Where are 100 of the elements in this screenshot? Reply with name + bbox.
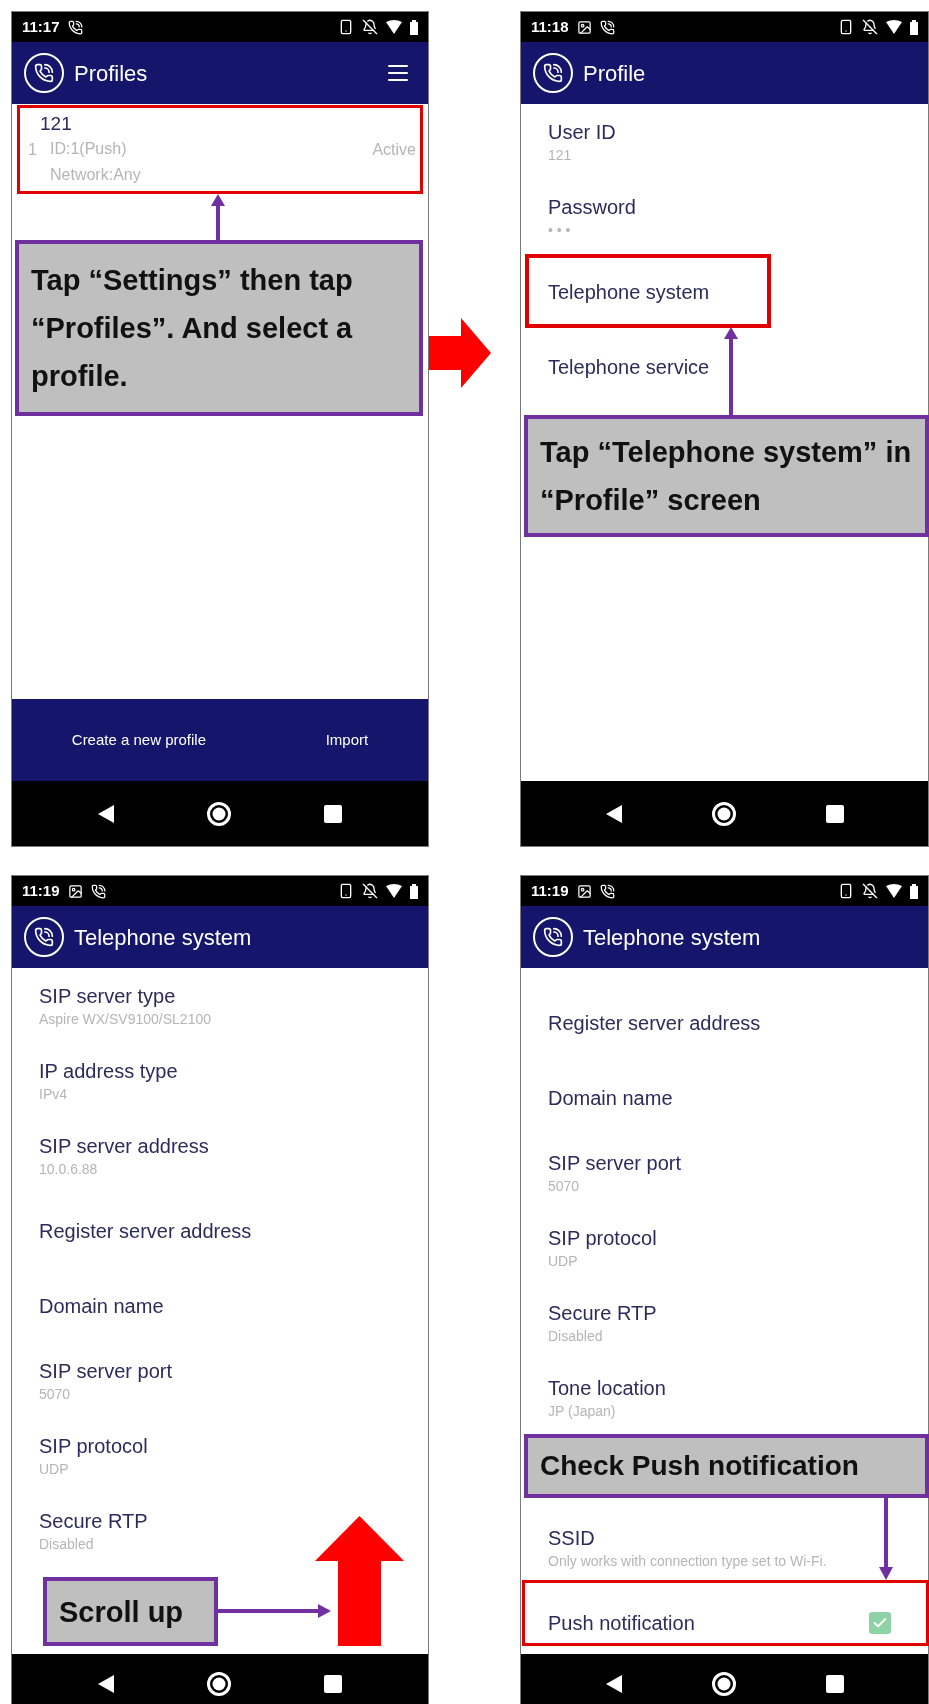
home-icon[interactable] — [710, 800, 737, 827]
settings-row[interactable]: Telephone system — [521, 254, 928, 329]
action-button[interactable]: Create a new profile — [63, 722, 215, 758]
setting-title: Domain name — [39, 1293, 165, 1319]
settings-row[interactable]: Register server address — [521, 985, 928, 1060]
status-time: 11:17 — [22, 16, 60, 37]
settings-row[interactable]: User ID 121 — [521, 104, 928, 179]
screen-title: Telephone system — [583, 923, 761, 952]
settings-row[interactable]: SIP server address 10.0.6.88 — [12, 1118, 428, 1193]
settings-row[interactable]: Domain name — [521, 1060, 928, 1135]
recents-icon[interactable] — [324, 804, 342, 823]
wifi-icon — [886, 884, 902, 898]
setting-value: 121 — [548, 145, 573, 165]
setting-title: IP address type — [39, 1058, 179, 1084]
back-icon[interactable] — [98, 804, 114, 823]
status-time: 11:19 — [531, 880, 569, 901]
settings-row[interactable]: Push notification — [521, 1585, 928, 1654]
vibrate-icon — [338, 883, 354, 899]
home-icon[interactable] — [206, 800, 232, 827]
profile-name: 121 — [40, 112, 73, 136]
settings-row[interactable]: IP address type IPv4 — [12, 1043, 428, 1118]
settings-row[interactable]: Domain name — [12, 1268, 428, 1343]
setting-title: Telephone system — [548, 279, 711, 305]
call-notification-icon — [599, 883, 615, 899]
settings-row[interactable]: Telephone service — [521, 329, 928, 404]
screen-title: Profiles — [74, 59, 148, 88]
settings-row[interactable]: SIP server type Aspire WX/SV9100/SL2100 — [12, 968, 428, 1043]
bell-off-icon — [362, 883, 378, 899]
settings-row[interactable]: Secure RTP Disabled — [521, 1285, 928, 1360]
screen-title: Telephone system — [74, 923, 252, 952]
instruction-callout: Check Push notification — [524, 1434, 929, 1498]
battery-icon — [410, 19, 418, 35]
phone-logo-icon — [24, 53, 64, 93]
setting-value: 10.0.6.88 — [39, 1159, 99, 1179]
setting-title: SIP server address — [39, 1133, 210, 1159]
setting-title: SIP server port — [39, 1358, 174, 1384]
home-icon[interactable] — [710, 1671, 737, 1697]
recents-icon[interactable] — [825, 804, 844, 823]
setting-value: • • • — [548, 220, 572, 240]
phone-logo-icon — [533, 917, 573, 957]
setting-value: UDP — [548, 1251, 579, 1271]
instruction-callout: Tap “Settings” then tap “Profiles”. And select a profile. — [15, 240, 423, 416]
setting-value: UDP — [39, 1459, 70, 1479]
right-arrow-drawing — [429, 318, 491, 388]
image-notification-icon — [576, 19, 592, 35]
wifi-icon — [886, 20, 902, 34]
instruction-callout: Tap “Telephone system” in “Profile” screen — [524, 415, 929, 537]
wifi-icon — [386, 884, 402, 898]
settings-row[interactable]: SIP protocol UDP — [12, 1418, 428, 1493]
settings-row[interactable]: Register server address — [12, 1193, 428, 1268]
instruction-callout: Scroll up — [43, 1577, 218, 1646]
phone-logo-icon — [24, 917, 64, 957]
back-icon[interactable] — [605, 1675, 622, 1693]
settings-row[interactable]: SIP protocol UDP — [521, 1210, 928, 1285]
settings-row[interactable]: Password • • • — [521, 179, 928, 254]
setting-title: Tone location — [548, 1375, 667, 1401]
profile-network: Network:Any — [50, 165, 142, 185]
pointer-arrow — [211, 194, 225, 242]
action-button[interactable]: Import — [317, 722, 377, 758]
settings-row[interactable]: Secure RTP Disabled — [12, 1493, 428, 1568]
setting-title: Register server address — [548, 1010, 762, 1036]
setting-title: SIP protocol — [548, 1225, 658, 1251]
setting-title: SIP server type — [39, 983, 177, 1009]
setting-title: Password — [548, 194, 637, 220]
profile-row[interactable]: 1 121 ID:1(Push) Network:Any Active — [22, 110, 418, 190]
setting-title: Push notification — [548, 1610, 696, 1636]
back-icon[interactable] — [605, 804, 622, 823]
call-notification-icon — [90, 883, 106, 899]
call-notification-icon — [599, 19, 615, 35]
home-icon[interactable] — [206, 1671, 232, 1697]
image-notification-icon — [576, 883, 592, 899]
setting-title: Register server address — [39, 1218, 253, 1244]
battery-icon — [410, 883, 418, 899]
profile-number: 1 — [28, 140, 38, 160]
setting-title: User ID — [548, 119, 617, 145]
setting-title: SSID — [548, 1525, 596, 1551]
bell-off-icon — [862, 883, 878, 899]
settings-row[interactable]: SIP server port 5070 — [12, 1343, 428, 1418]
bell-off-icon — [862, 19, 878, 35]
status-time: 11:18 — [531, 16, 569, 37]
checkbox[interactable] — [869, 1611, 891, 1634]
setting-value: 5070 — [39, 1384, 72, 1404]
setting-value: 5070 — [548, 1176, 581, 1196]
settings-row[interactable]: SSID Only works with connection type set to Wi-Fi. — [521, 1510, 928, 1585]
recents-icon[interactable] — [825, 1675, 844, 1693]
vibrate-icon — [838, 19, 854, 35]
setting-title: Telephone service — [548, 354, 711, 380]
vibrate-icon — [338, 19, 354, 35]
settings-row[interactable]: SIP server port 5070 — [521, 1135, 928, 1210]
settings-row[interactable]: Tone location JP (Japan) — [521, 1360, 928, 1435]
back-icon[interactable] — [98, 1675, 114, 1693]
bell-off-icon — [362, 19, 378, 35]
image-notification-icon — [67, 883, 83, 899]
setting-title: Domain name — [548, 1085, 674, 1111]
setting-title: Secure RTP — [548, 1300, 658, 1326]
profile-status: Active — [372, 140, 416, 160]
status-time: 11:19 — [22, 880, 60, 901]
setting-value: Disabled — [548, 1326, 604, 1346]
call-notification-icon — [67, 19, 83, 35]
setting-value: JP (Japan) — [548, 1401, 617, 1421]
